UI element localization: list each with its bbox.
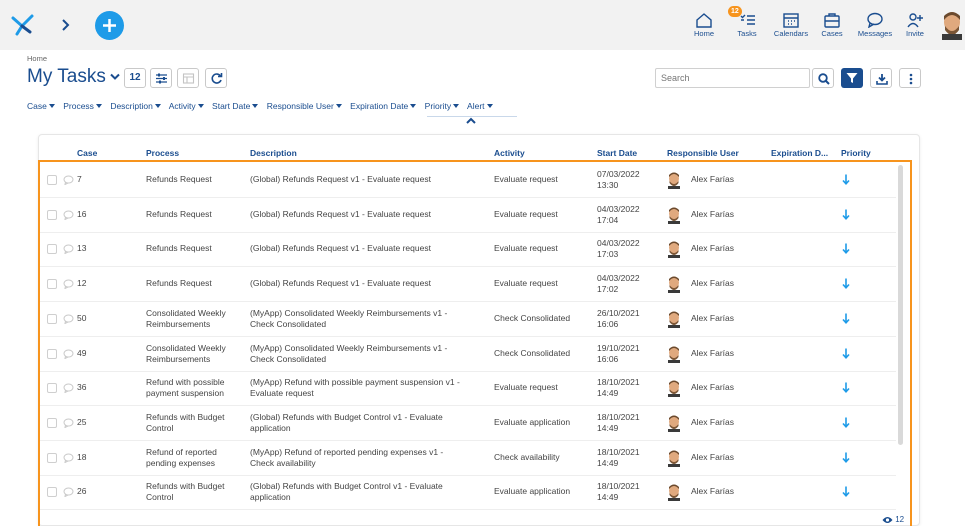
view-count: 12 xyxy=(882,515,904,524)
col-header-priority[interactable]: Priority xyxy=(841,148,871,158)
search-button[interactable] xyxy=(812,68,834,88)
col-header-case[interactable]: Case xyxy=(77,148,97,158)
filter-process-label: Process xyxy=(63,101,94,111)
more-vertical-icon xyxy=(909,73,913,85)
nav-tasks[interactable]: 12 Tasks xyxy=(728,6,760,44)
view-count-value: 12 xyxy=(895,515,905,524)
invite-icon xyxy=(907,13,923,28)
chevron-right-icon[interactable] xyxy=(57,17,73,33)
assign-button[interactable] xyxy=(177,68,199,88)
filter-process[interactable]: Process xyxy=(63,101,102,111)
nav-cases-label: Cases xyxy=(821,29,843,38)
chevron-down-icon xyxy=(95,104,102,108)
filter-button[interactable] xyxy=(841,68,863,88)
page-title: My Tasks xyxy=(27,66,106,87)
nav-invite[interactable]: Invite xyxy=(903,12,927,44)
search-input[interactable] xyxy=(655,68,810,88)
cases-icon xyxy=(824,13,840,28)
calendar-icon xyxy=(783,13,799,28)
chevron-down-icon xyxy=(410,104,417,108)
nav-home[interactable]: Home xyxy=(692,12,716,44)
download-icon xyxy=(876,74,888,85)
chevron-down-icon[interactable] xyxy=(110,73,120,81)
nav-messages-label: Messages xyxy=(857,29,893,38)
chevron-down-icon xyxy=(252,104,259,108)
filter-description-label: Description xyxy=(110,101,153,111)
refresh-button[interactable] xyxy=(205,68,227,88)
chevron-down-icon xyxy=(486,104,493,108)
col-header-process[interactable]: Process xyxy=(146,148,179,158)
app-logo-icon[interactable] xyxy=(10,12,36,38)
filter-icon xyxy=(846,73,858,83)
chevron-down-icon xyxy=(335,104,342,108)
nav-calendars[interactable]: Calendars xyxy=(771,12,811,44)
user-avatar[interactable] xyxy=(939,10,965,40)
nav-messages[interactable]: Messages xyxy=(855,12,895,44)
eye-icon xyxy=(882,517,893,523)
messages-icon xyxy=(867,12,883,28)
col-header-start-date[interactable]: Start Date xyxy=(597,148,637,158)
selection-frame xyxy=(38,160,912,526)
col-header-activity[interactable]: Activity xyxy=(494,148,525,158)
filter-expiration-date-label: Expiration Date xyxy=(350,101,409,111)
col-header-description[interactable]: Description xyxy=(250,148,297,158)
plus-icon xyxy=(103,19,116,32)
filter-case[interactable]: Case xyxy=(27,101,55,111)
export-button[interactable] xyxy=(870,68,892,88)
filter-activity-label: Activity xyxy=(168,101,196,111)
chevron-down-icon xyxy=(48,104,55,108)
chevron-down-icon xyxy=(453,104,460,108)
filter-responsible-user-label: Responsible User xyxy=(266,101,334,111)
sliders-icon xyxy=(156,73,167,84)
filter-start-date-label: Start Date xyxy=(212,101,251,111)
filter-alert-label: Alert xyxy=(467,101,485,111)
task-count: 12 xyxy=(124,68,146,88)
filter-start-date[interactable]: Start Date xyxy=(212,101,259,111)
tasks-badge: 12 xyxy=(728,6,742,17)
filter-case-label: Case xyxy=(27,101,47,111)
nav-calendars-label: Calendars xyxy=(773,29,809,38)
col-header-responsible-user[interactable]: Responsible User xyxy=(667,148,739,158)
grid-list-icon xyxy=(182,73,195,84)
col-header-expiration-date[interactable]: Expiration D... xyxy=(771,148,828,158)
nav-tasks-label: Tasks xyxy=(737,29,757,38)
filter-expiration-date[interactable]: Expiration Date xyxy=(350,101,417,111)
chevron-down-icon xyxy=(154,104,161,108)
breadcrumb[interactable]: Home xyxy=(27,54,47,63)
nav-cases[interactable]: Cases xyxy=(819,12,845,44)
chevron-down-icon xyxy=(197,104,204,108)
search-icon xyxy=(818,73,830,85)
filter-priority-label: Priority xyxy=(424,101,452,111)
create-button[interactable] xyxy=(95,11,124,40)
refresh-icon xyxy=(211,73,223,84)
filter-bar: Case Process Description Activity Start … xyxy=(27,101,499,111)
filter-activity[interactable]: Activity xyxy=(169,101,204,111)
columns-button[interactable] xyxy=(150,68,172,88)
home-icon xyxy=(696,13,712,28)
nav-invite-label: Invite xyxy=(906,29,924,38)
vertical-scrollbar[interactable] xyxy=(898,165,903,445)
filter-responsible-user[interactable]: Responsible User xyxy=(267,101,342,111)
top-bar: Home 12 Tasks Calendars Cases Messages I… xyxy=(0,0,965,50)
filter-priority[interactable]: Priority xyxy=(424,101,460,111)
filter-description[interactable]: Description xyxy=(110,101,161,111)
filter-alert[interactable]: Alert xyxy=(467,101,493,111)
nav-home-label: Home xyxy=(693,29,714,38)
chevron-up-icon[interactable] xyxy=(466,117,476,125)
more-options-button[interactable] xyxy=(899,68,921,88)
